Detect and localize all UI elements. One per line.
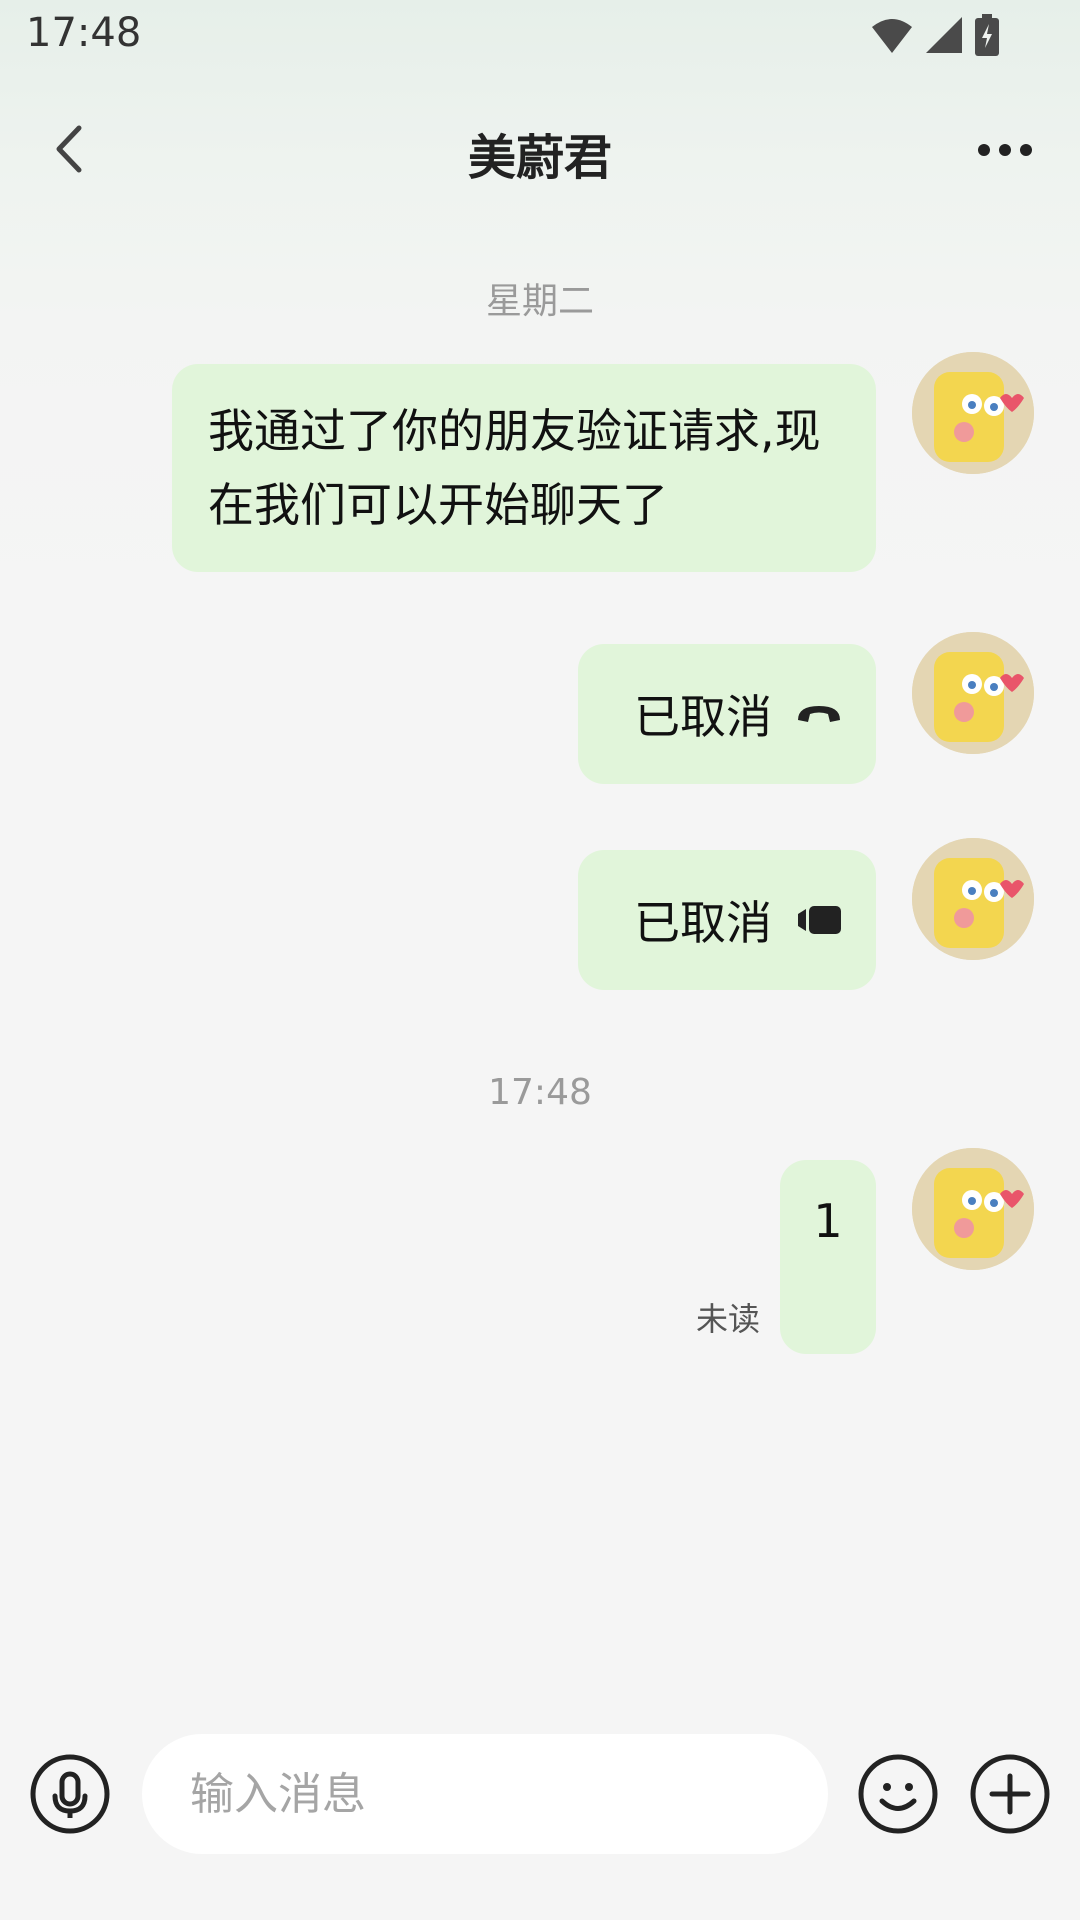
phone-hangup-icon bbox=[798, 706, 840, 722]
message-bubble[interactable]: 1 bbox=[780, 1160, 876, 1354]
avatar-image bbox=[912, 632, 1034, 754]
chat-header: 美蔚君 bbox=[0, 90, 1080, 210]
emoji-icon bbox=[858, 1754, 938, 1834]
voice-call-bubble[interactable]: 已取消 bbox=[578, 644, 876, 784]
time-divider: 星期二 bbox=[485, 281, 594, 322]
plus-circle-icon bbox=[970, 1754, 1050, 1834]
cellular-signal-icon bbox=[926, 17, 962, 53]
avatar[interactable] bbox=[912, 632, 1034, 754]
message-input[interactable] bbox=[142, 1734, 828, 1854]
status-time: 17:48 bbox=[26, 10, 142, 56]
more-actions-button[interactable] bbox=[970, 1754, 1050, 1834]
video-camera-icon bbox=[798, 906, 841, 934]
battery-charging-icon bbox=[975, 14, 999, 56]
wifi-icon bbox=[872, 19, 912, 53]
avatar[interactable] bbox=[912, 1148, 1034, 1270]
video-call-bubble[interactable]: 已取消 bbox=[578, 850, 876, 990]
call-status-label: 已取消 bbox=[634, 896, 772, 950]
avatar-image bbox=[912, 352, 1034, 474]
emoji-button[interactable] bbox=[858, 1754, 938, 1834]
call-status-label: 已取消 bbox=[634, 690, 772, 744]
status-icons bbox=[870, 14, 1000, 56]
message-text: 1 bbox=[813, 1194, 843, 1248]
unread-status: 未读 bbox=[696, 1300, 761, 1338]
avatar[interactable] bbox=[912, 838, 1034, 960]
more-button[interactable] bbox=[970, 130, 1040, 170]
avatar-image bbox=[912, 1148, 1034, 1270]
microphone-icon bbox=[30, 1754, 110, 1834]
avatar[interactable] bbox=[912, 352, 1034, 474]
input-bar bbox=[0, 1710, 1080, 1870]
time-divider: 17:48 bbox=[488, 1072, 592, 1113]
message-text: 我通过了你的朋友验证请求,现在我们可以开始聊天了 bbox=[208, 404, 821, 532]
chat-title: 美蔚君 bbox=[467, 130, 612, 186]
more-horizontal-icon bbox=[978, 144, 1032, 156]
status-bar: 17:48 bbox=[0, 0, 1080, 70]
avatar-image bbox=[912, 838, 1034, 960]
voice-input-button[interactable] bbox=[30, 1754, 110, 1834]
message-bubble[interactable]: 我通过了你的朋友验证请求,现在我们可以开始聊天了 bbox=[172, 364, 876, 572]
